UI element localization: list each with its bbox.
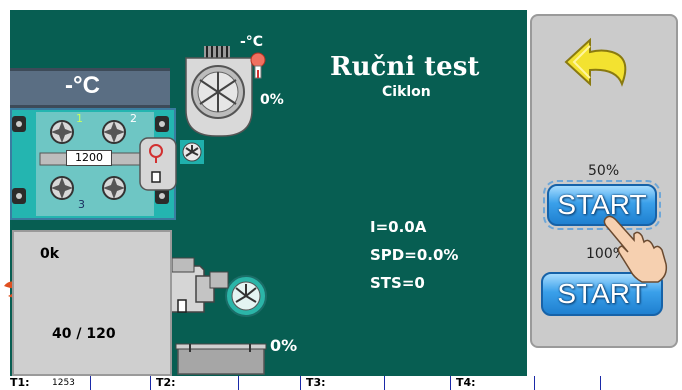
status-separator [90,376,91,390]
position-3-label: 3 [78,198,85,211]
feeder-percent: 0% [270,336,298,355]
burner-panel [12,230,172,376]
flue-fan-icon [185,46,253,137]
status-reading: STS=0 [370,274,425,292]
status-separator [238,376,239,390]
status-separator [450,376,451,390]
status-bar [0,376,682,390]
status-separator [600,376,601,390]
screen: -°C 1 2 3 1200 -°C 0% 0k 40 / 120 0% Ruč… [0,0,682,390]
hand-pointer-icon [603,215,668,283]
back-arrow-icon[interactable] [562,36,644,96]
start-a-percent: 50% [588,163,620,179]
position-2-label: 2 [130,112,137,125]
flue-fan-percent: 0% [260,92,284,108]
t3-label: T3: [306,376,326,389]
speed-reading: SPD=0.0% [370,246,459,264]
page-subtitle: Ciklon [382,84,431,100]
t4-label: T4: [456,376,476,389]
thermometer-icon [250,52,266,79]
burner-power: 0k [40,246,60,262]
status-separator [534,376,535,390]
t1-value: 1253 [52,378,75,388]
flue-temp: -°C [240,34,264,50]
fan-speed-value: 1200 [66,150,112,166]
fuel-level: 40 / 120 [52,326,116,342]
t1-label: T1: [10,376,30,389]
page-title: Ručni test [330,52,480,82]
status-separator [300,376,301,390]
boiler-fan-icon [180,140,204,164]
status-separator [150,376,151,390]
burner-fan-icon [225,275,267,317]
position-1-label: 1 [76,112,83,125]
t2-label: T2: [156,376,176,389]
status-separator [384,376,385,390]
current-reading: I=0.0A [370,218,427,236]
